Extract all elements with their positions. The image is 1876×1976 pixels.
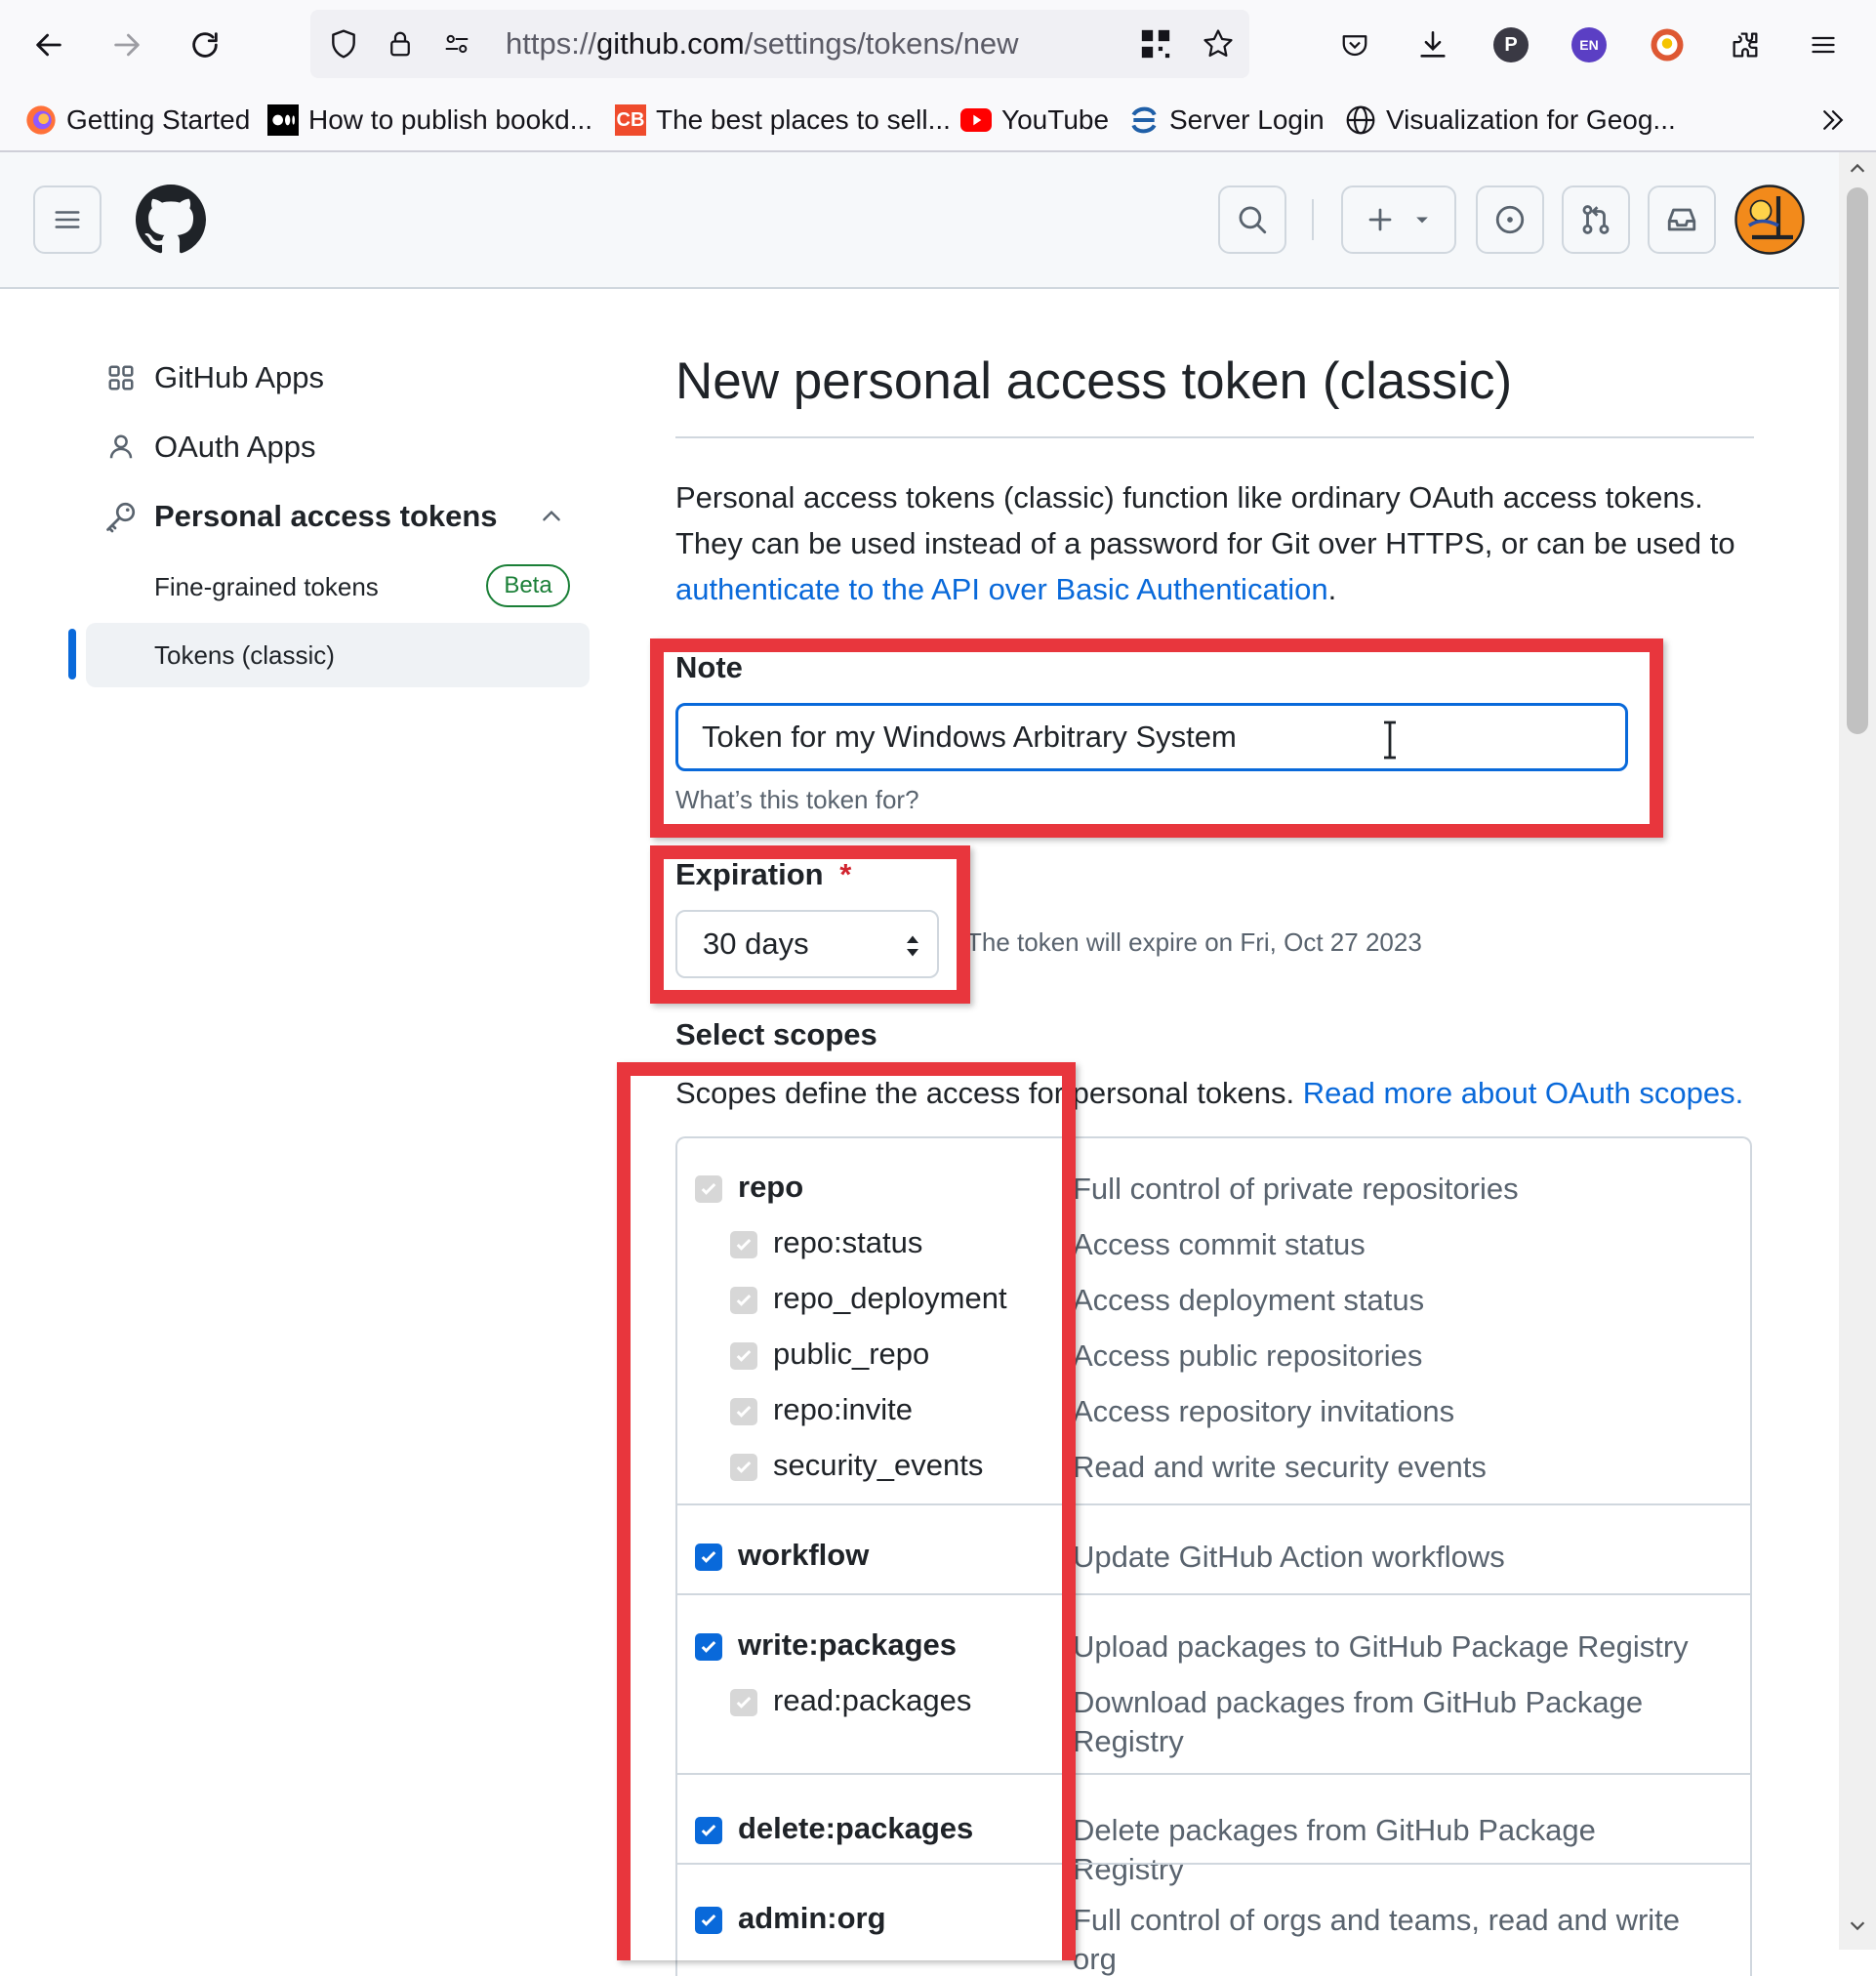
scroll-thumb[interactable] [1847,187,1868,734]
plus-icon [1368,208,1392,231]
issues-button[interactable] [1476,185,1544,254]
intro-text: Personal access tokens (classic) functio… [675,480,1735,606]
menu-icon[interactable] [1804,25,1843,64]
hamburger-menu-button[interactable] [33,185,102,254]
browser-toolbar: https://github.com/settings/tokens/new P… [0,0,1876,90]
duckduckgo-icon[interactable] [1648,25,1687,64]
title-divider [675,436,1754,438]
pull-requests-button[interactable] [1562,185,1630,254]
bookmark-best-places-to-sell[interactable]: CB The best places to sell... [615,90,951,150]
scope-desc: Full control of private repositories [1073,1172,1519,1206]
lock-icon[interactable] [381,24,420,63]
apps-icon [102,363,141,392]
extensions-icon[interactable] [1726,25,1765,64]
search-icon [1239,206,1267,234]
user-avatar[interactable] [1733,184,1806,256]
scope-desc: Access deployment status [1073,1283,1425,1317]
scope-desc: Update GitHub Action workflows [1073,1540,1505,1574]
expiration-note: The token will expire on Fri, Oct 27 202… [966,927,1422,957]
scopes-highlight-box [617,1062,1076,1960]
sidebar-item-oauth-apps[interactable]: OAuth Apps [102,423,315,472]
bookmark-server-login[interactable]: Server Login [1128,90,1325,150]
scope-desc: Access public repositories [1073,1338,1423,1373]
oauth-scopes-link[interactable]: Read more about OAuth scopes. [1303,1076,1743,1110]
youtube-icon [960,104,992,136]
bookmarks-bar: Getting Started How to publish bookd... … [0,90,1876,152]
scope-desc: Delete packages from GitHub Package Regi… [1073,1813,1596,1886]
person-icon [102,432,141,463]
pocket-icon[interactable] [1335,25,1374,64]
select-scopes-heading: Select scopes [675,1017,877,1051]
expiration-highlight-box [650,845,970,1004]
beta-badge: Beta [486,564,570,607]
sidebar-item-personal-access-tokens[interactable]: Personal access tokens [102,492,574,541]
sidebar-item-label: GitHub Apps [154,360,325,394]
sidebar-subitem-label: Tokens (classic) [154,639,335,670]
create-new-button[interactable] [1341,185,1456,254]
scope-desc: Full control of orgs and teams, read and… [1073,1903,1681,1976]
chevron-double-right-icon[interactable] [1814,101,1853,140]
shield-icon[interactable] [324,24,363,63]
download-icon[interactable] [1413,25,1452,64]
basic-auth-link[interactable]: authenticate to the API over Basic Authe… [675,572,1328,606]
cb-icon: CB [615,104,646,136]
search-button[interactable] [1218,185,1286,254]
sidebar-subitem-label: Fine-grained tokens [154,571,379,601]
language-extension-icon[interactable]: EN [1570,25,1609,64]
sidebar-subitem-tokens-classic[interactable]: Tokens (classic) [86,623,590,687]
bookmark-how-to-publish[interactable]: How to publish bookd... [267,90,592,150]
scroll-up-icon[interactable] [1847,158,1868,180]
inbox-button[interactable] [1648,185,1716,254]
scroll-down-icon[interactable] [1847,1914,1868,1936]
sidebar-item-github-apps[interactable]: GitHub Apps [102,353,324,402]
key-icon [102,499,141,534]
permissions-icon[interactable] [437,24,476,63]
scope-desc: Access repository invitations [1073,1394,1455,1428]
url-bar[interactable]: https://github.com/settings/tokens/new [310,10,1249,78]
bookmark-getting-started[interactable]: Getting Started [25,90,250,150]
page-title: New personal access token (classic) [675,352,1513,410]
scope-desc: Read and write security events [1073,1450,1487,1484]
header-divider [1312,199,1314,240]
medium-icon [267,104,299,136]
chevron-up-icon[interactable] [539,504,564,534]
selected-indicator [68,629,76,679]
bookmark-visualization[interactable]: Visualization for Geog... [1345,90,1676,150]
back-icon[interactable] [29,25,68,64]
hamburger-icon [55,211,80,228]
sidebar-subitem-fine-grained-tokens[interactable]: Fine-grained tokens [154,564,379,609]
github-logo-icon[interactable] [135,184,207,256]
forward-icon[interactable] [107,25,146,64]
note-highlight-box [650,638,1663,838]
firefox-icon [25,104,57,136]
profile-avatar-icon[interactable]: P [1491,25,1530,64]
sidebar-item-label: Personal access tokens [154,499,498,533]
scope-desc: Download packages from GitHub Package Re… [1073,1685,1644,1758]
github-header [0,152,1839,289]
issue-opened-icon [1495,205,1525,234]
reload-icon[interactable] [185,25,224,64]
inbox-icon [1667,208,1696,231]
qr-code-icon[interactable] [1136,24,1175,63]
git-pull-request-icon [1582,205,1610,234]
caret-down-icon [1416,217,1428,224]
sidebar-item-label: OAuth Apps [154,430,316,464]
globe-icon [1345,104,1376,136]
url-text[interactable]: https://github.com/settings/tokens/new [506,10,1019,78]
bookmark-star-icon[interactable] [1199,24,1238,63]
server-icon [1128,104,1160,136]
page-scrollbar[interactable] [1839,152,1876,1950]
scope-desc: Access commit status [1073,1227,1366,1261]
bookmark-youtube[interactable]: YouTube [960,90,1109,150]
scope-desc: Upload packages to GitHub Package Regist… [1073,1629,1689,1664]
